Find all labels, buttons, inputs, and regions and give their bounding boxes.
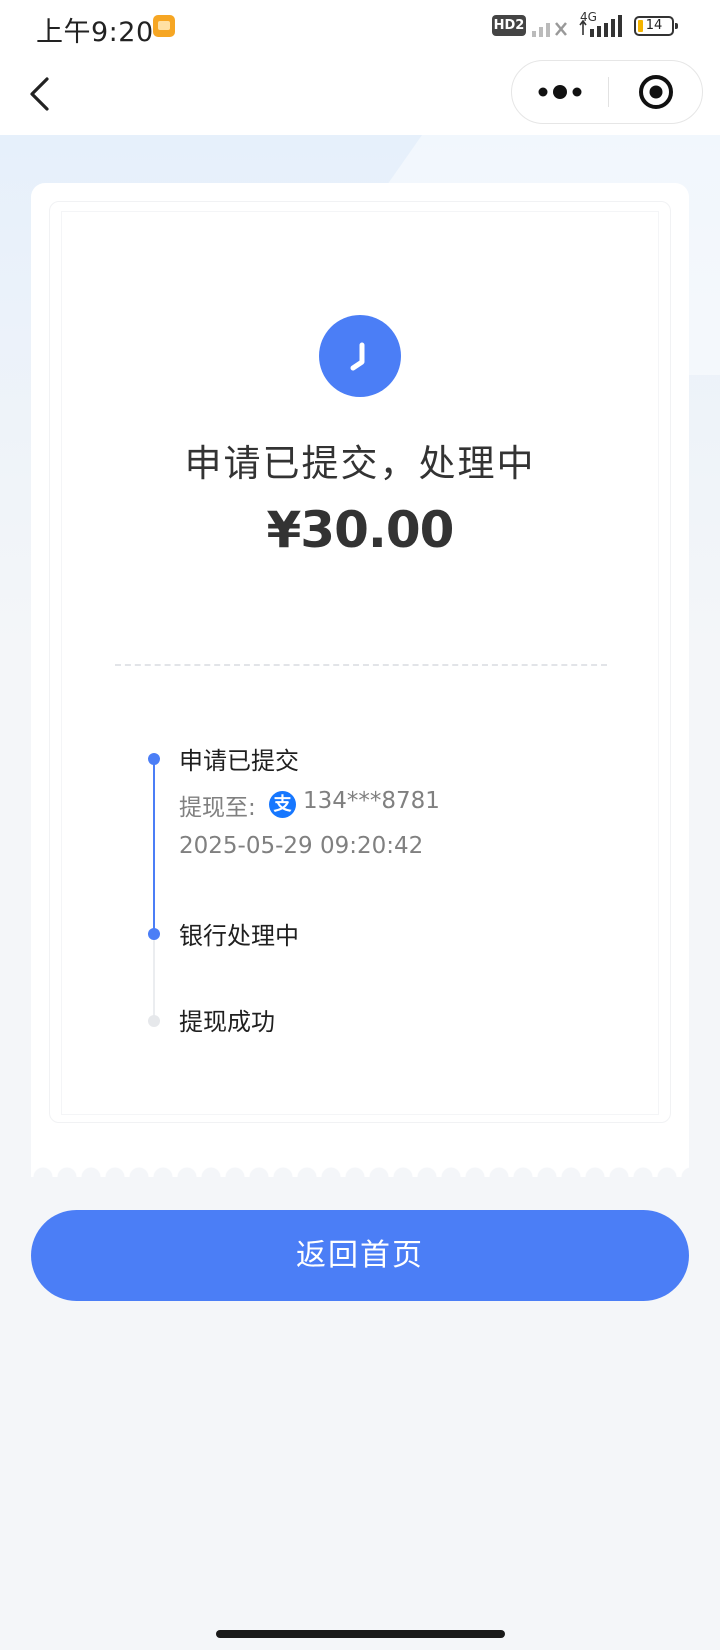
signal-icon [579, 15, 622, 37]
home-indicator[interactable] [216, 1630, 505, 1638]
notification-icon [153, 15, 175, 37]
result-card: 申请已提交，处理中 ¥30.00 申请已提交 提现至: 支 134***8781… [31, 183, 689, 1177]
submitted-timestamp: 2025-05-29 09:20:42 [179, 833, 424, 859]
timeline-line-active [153, 762, 155, 935]
back-button[interactable] [22, 72, 62, 116]
status-bar: 上午9:20 HD2 4G 14 [0, 0, 720, 54]
timeline-dot-success [148, 1015, 160, 1027]
timeline-line-pending [153, 935, 155, 1019]
timeline-dot-submitted [148, 753, 160, 765]
hd-badge: HD2 [492, 15, 526, 36]
status-time: 上午9:20 [36, 17, 154, 48]
close-button[interactable] [609, 61, 703, 123]
status-icon [319, 315, 401, 397]
amount-value: ¥30.00 [266, 501, 455, 559]
withdraw-to-label: 提现至: [179, 795, 256, 821]
timeline-step-processing: 银行处理中 [179, 922, 299, 950]
account-number: 134***8781 [303, 788, 440, 814]
timeline-step-submitted: 申请已提交 [179, 747, 299, 775]
more-dots-icon [538, 85, 582, 99]
target-circle-icon [639, 75, 673, 109]
back-to-home-button[interactable]: 返回首页 [31, 1210, 689, 1301]
timeline-dot-processing [148, 928, 160, 940]
timeline-step-success: 提现成功 [179, 1008, 275, 1036]
alipay-glyph: 支 [273, 794, 292, 815]
signal-muted-icon [532, 22, 567, 37]
nav-bar [0, 54, 720, 135]
card-scalloped-edge [31, 1163, 689, 1177]
status-title: 申请已提交，处理中 [184, 442, 536, 485]
dashed-divider [115, 664, 607, 666]
more-button[interactable] [512, 61, 608, 123]
battery-icon: 14 [634, 16, 678, 36]
mini-program-capsule [511, 60, 703, 124]
chevron-left-icon [30, 77, 49, 111]
alipay-icon: 支 [269, 791, 296, 818]
clock-icon [350, 342, 365, 371]
